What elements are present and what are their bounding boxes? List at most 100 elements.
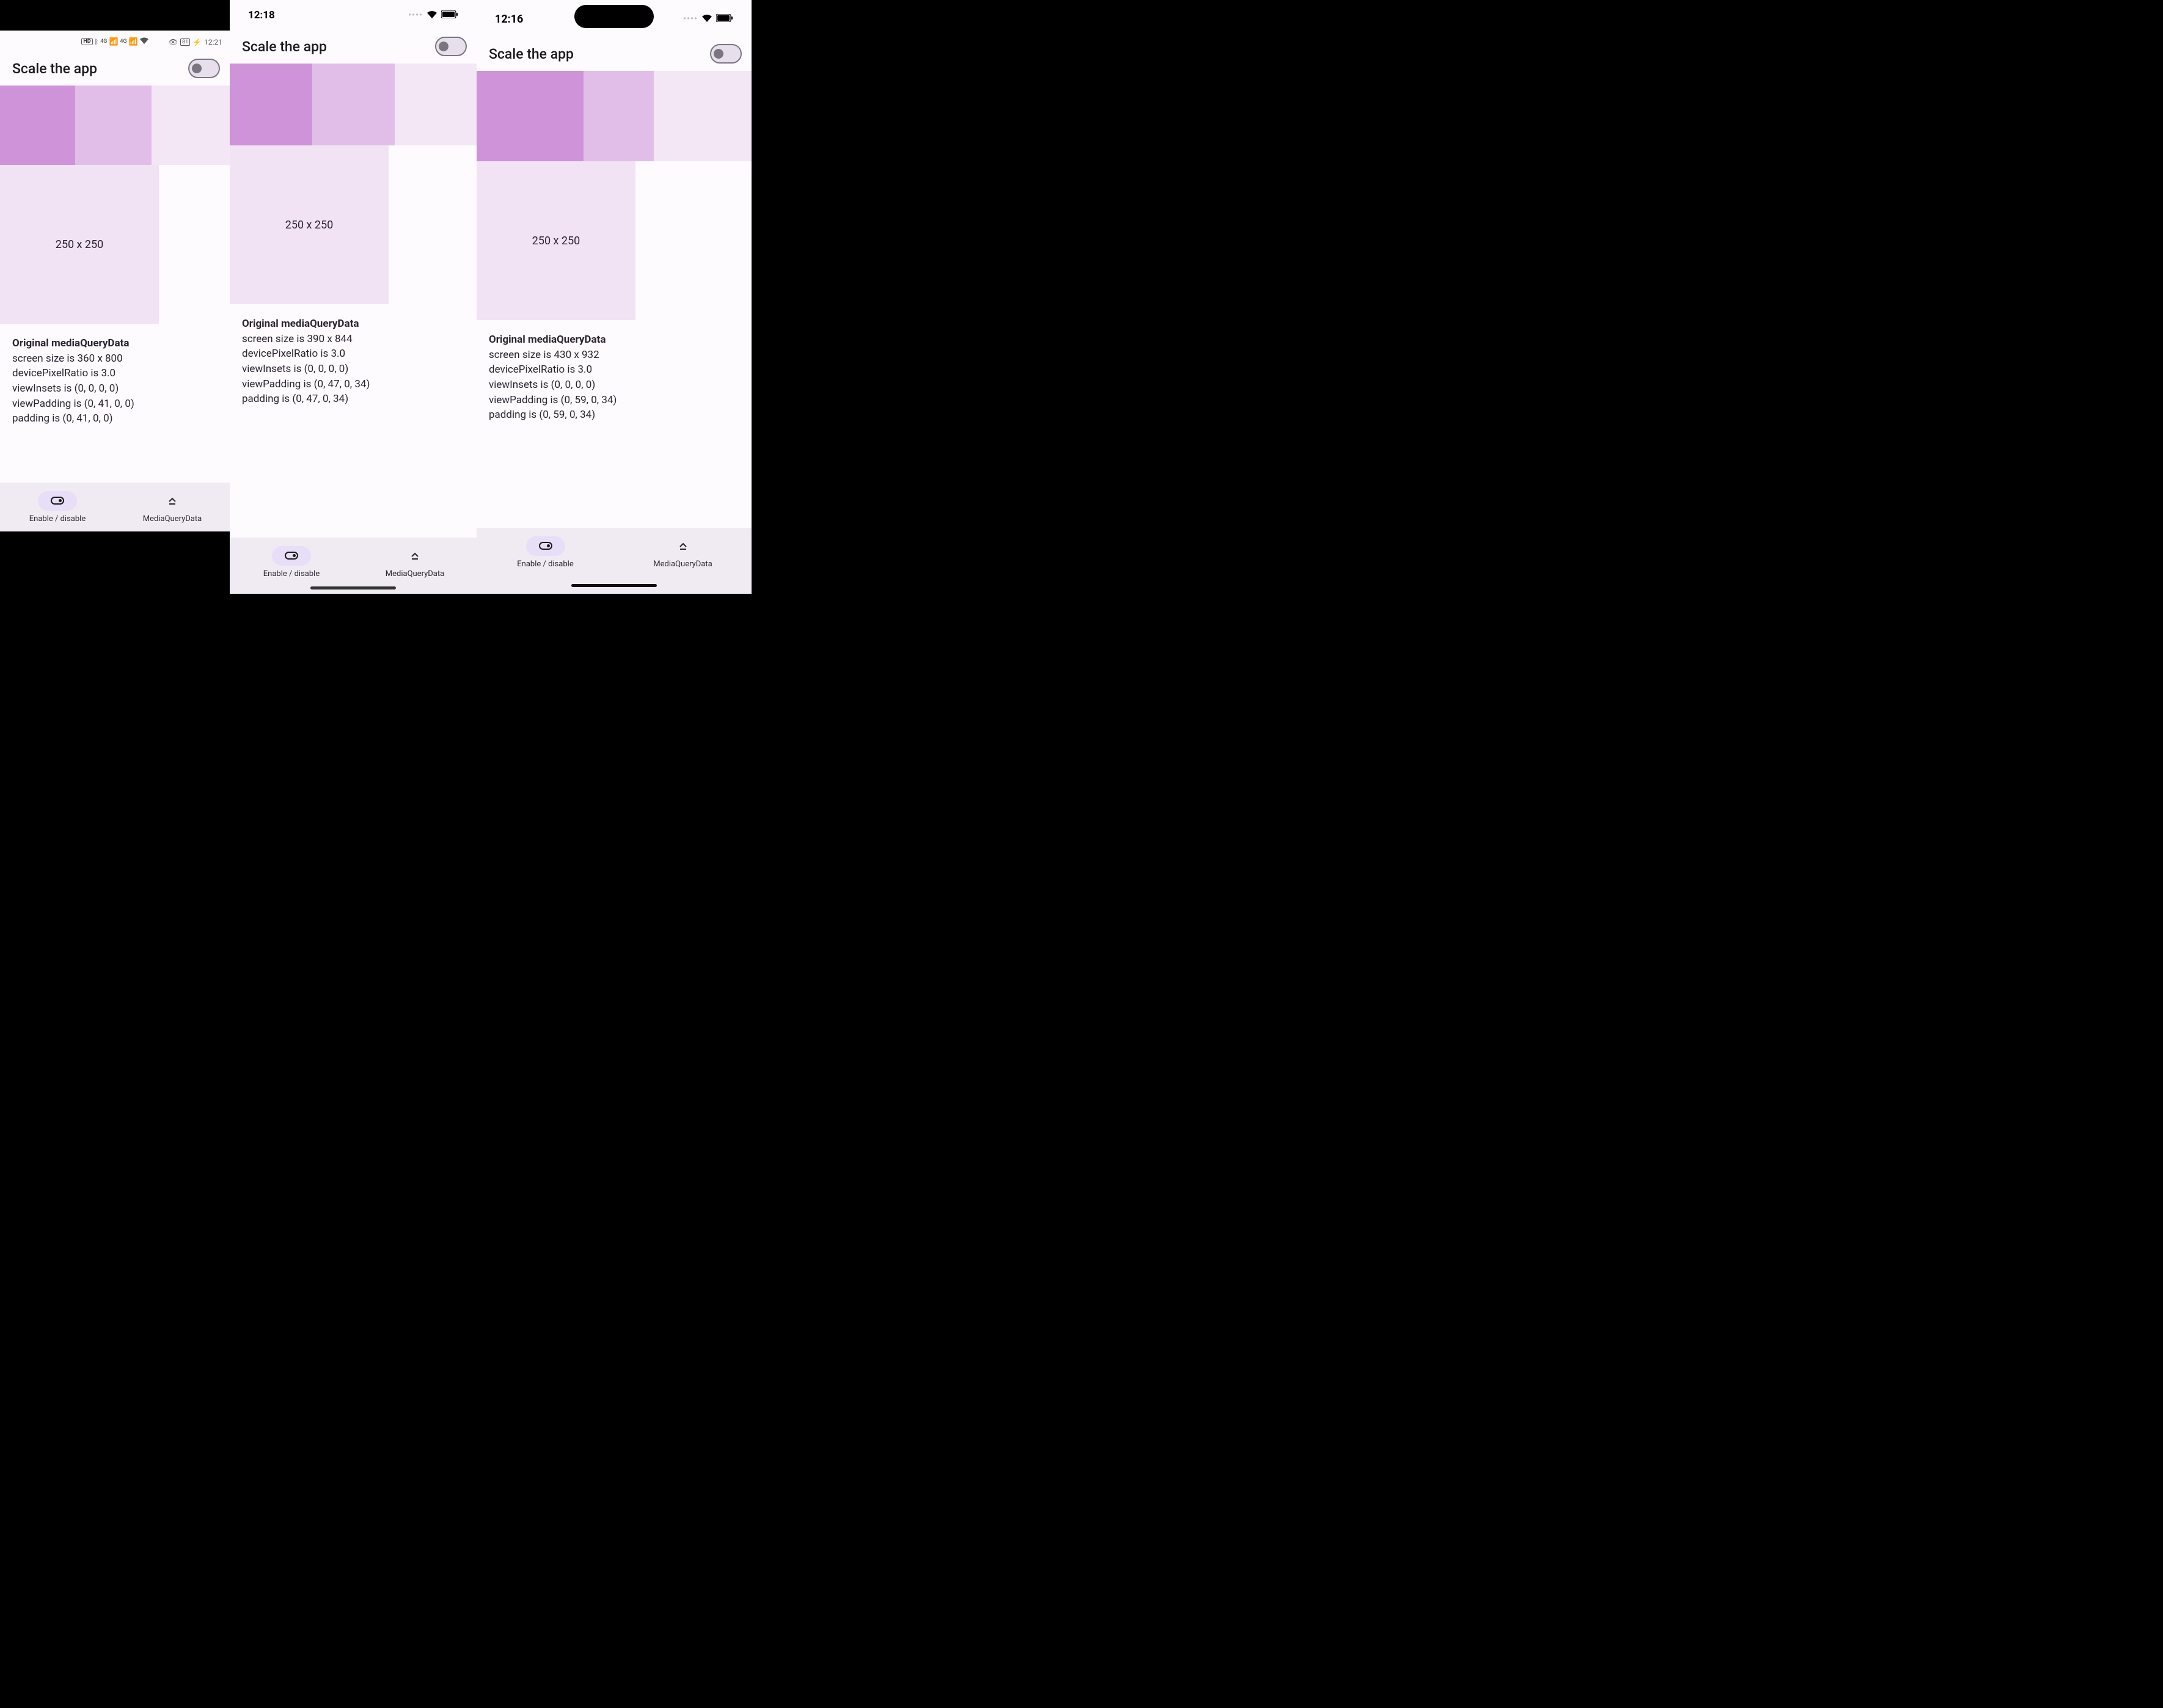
switch-thumb (714, 49, 723, 59)
bars-row (0, 86, 230, 165)
bar-med (75, 86, 152, 165)
nav-pill (272, 546, 311, 566)
nav-label: Enable / disable (29, 514, 86, 524)
info-line: viewInsets is (0, 0, 0, 0) (12, 381, 218, 396)
scale-switch[interactable] (710, 44, 742, 64)
nav-mediaquery[interactable]: MediaQueryData (115, 483, 230, 531)
switch-thumb (192, 64, 202, 73)
nav-enable-disable[interactable]: Enable / disable (477, 528, 614, 577)
battery-icon (716, 13, 733, 25)
toggle-icon (51, 497, 64, 505)
home-indicator-wrap (230, 586, 477, 594)
bar-dark (0, 86, 75, 165)
nav-mediaquery[interactable]: MediaQueryData (614, 528, 752, 577)
box-250: 250 x 250 (477, 161, 635, 320)
eye-icon: 👁 (169, 38, 178, 46)
info-line: devicePixelRatio is 3.0 (489, 362, 739, 378)
battery-icon (441, 9, 458, 21)
info-heading: Original mediaQueryData (12, 336, 218, 351)
bars-row (477, 71, 752, 161)
chevron-up-underline-icon (678, 542, 688, 550)
toggle-icon (539, 542, 552, 550)
wifi-icon (701, 13, 712, 25)
black-bar-top (0, 0, 230, 31)
scale-switch[interactable] (188, 59, 220, 78)
nav-pill (664, 536, 703, 556)
status-bar: 12:18 •••• (230, 0, 477, 31)
box-250: 250 x 250 (0, 165, 159, 324)
info-line: viewInsets is (0, 0, 0, 0) (489, 378, 739, 393)
bottom-nav: Enable / disable MediaQueryData (0, 483, 230, 531)
nav-enable-disable[interactable]: Enable / disable (0, 483, 115, 531)
info-panel: Original mediaQueryData screen size is 4… (477, 320, 752, 423)
dots-icon: •••• (408, 10, 423, 20)
device-android: HD ᛒ 4G 📶 4G 📶 👁 81 ⚡ 12:21 Scale the ap… (0, 0, 230, 594)
bar-light (395, 64, 477, 145)
info-heading: Original mediaQueryData (489, 332, 739, 348)
nav-label: MediaQueryData (653, 560, 712, 569)
black-bar-bottom (0, 531, 230, 594)
device-ios-small: 12:18 •••• Scale the app 250 x 250 Origi… (230, 0, 477, 594)
bars-row (230, 64, 477, 145)
bottom-nav: Enable / disable MediaQueryData (477, 528, 752, 577)
status-right: 👁 81 ⚡ 12:21 (0, 32, 230, 53)
info-heading: Original mediaQueryData (242, 316, 464, 332)
device-ios-notch: 12:16 •••• Scale the app 250 x 250 Origi… (477, 0, 752, 594)
nav-label: Enable / disable (263, 569, 320, 578)
app-bar: Scale the app (477, 38, 752, 71)
bar-dark (477, 71, 584, 161)
status-bar: 12:16 •••• (477, 0, 752, 38)
box-250: 250 x 250 (230, 145, 389, 304)
bar-med (312, 64, 395, 145)
bar-light (152, 86, 230, 165)
status-time: 12:18 (248, 9, 275, 21)
info-line: padding is (0, 41, 0, 0) (12, 411, 218, 426)
app-bar: Scale the app (230, 31, 477, 64)
bar-dark (230, 64, 312, 145)
nav-pill (526, 536, 565, 556)
info-line: screen size is 390 x 844 (242, 332, 464, 347)
info-panel: Original mediaQueryData screen size is 3… (0, 324, 230, 426)
status-time: 12:21 (204, 38, 222, 46)
charge-icon: ⚡ (192, 38, 202, 46)
info-line: padding is (0, 47, 0, 34) (242, 392, 464, 407)
app-title: Scale the app (489, 46, 574, 62)
nav-mediaquery[interactable]: MediaQueryData (353, 538, 477, 586)
info-panel: Original mediaQueryData screen size is 3… (230, 304, 477, 407)
wifi-icon (426, 9, 437, 21)
dynamic-island (574, 5, 654, 28)
nav-enable-disable[interactable]: Enable / disable (230, 538, 353, 586)
nav-label: MediaQueryData (386, 569, 444, 578)
info-line: padding is (0, 59, 0, 34) (489, 407, 739, 423)
app-bar: Scale the app (0, 53, 230, 86)
nav-label: MediaQueryData (143, 514, 202, 524)
bar-light (654, 71, 752, 161)
info-line: viewPadding is (0, 41, 0, 0) (12, 396, 218, 412)
info-line: viewInsets is (0, 0, 0, 0) (242, 362, 464, 377)
nav-pill (153, 491, 192, 511)
nav-pill (395, 546, 434, 566)
app-title: Scale the app (242, 38, 327, 55)
status-time: 12:16 (495, 13, 523, 26)
nav-label: Enable / disable (517, 560, 573, 569)
info-line: devicePixelRatio is 3.0 (12, 366, 218, 381)
home-indicator[interactable] (310, 586, 396, 589)
chevron-up-underline-icon (410, 552, 420, 560)
home-indicator[interactable] (571, 584, 657, 587)
info-line: screen size is 360 x 800 (12, 351, 218, 367)
info-line: viewPadding is (0, 47, 0, 34) (242, 377, 464, 392)
scale-switch[interactable] (435, 37, 467, 56)
dots-icon: •••• (683, 14, 698, 24)
info-line: viewPadding is (0, 59, 0, 34) (489, 393, 739, 408)
bar-med (584, 71, 654, 161)
toggle-icon (285, 552, 298, 560)
battery-icon: 81 (180, 38, 190, 46)
bottom-nav: Enable / disable MediaQueryData (230, 538, 477, 586)
nav-pill (38, 491, 77, 511)
home-indicator-wrap (477, 577, 752, 594)
switch-thumb (439, 42, 448, 51)
chevron-up-underline-icon (167, 497, 177, 505)
info-line: devicePixelRatio is 3.0 (242, 346, 464, 362)
info-line: screen size is 430 x 932 (489, 348, 739, 363)
app-title: Scale the app (12, 60, 97, 77)
